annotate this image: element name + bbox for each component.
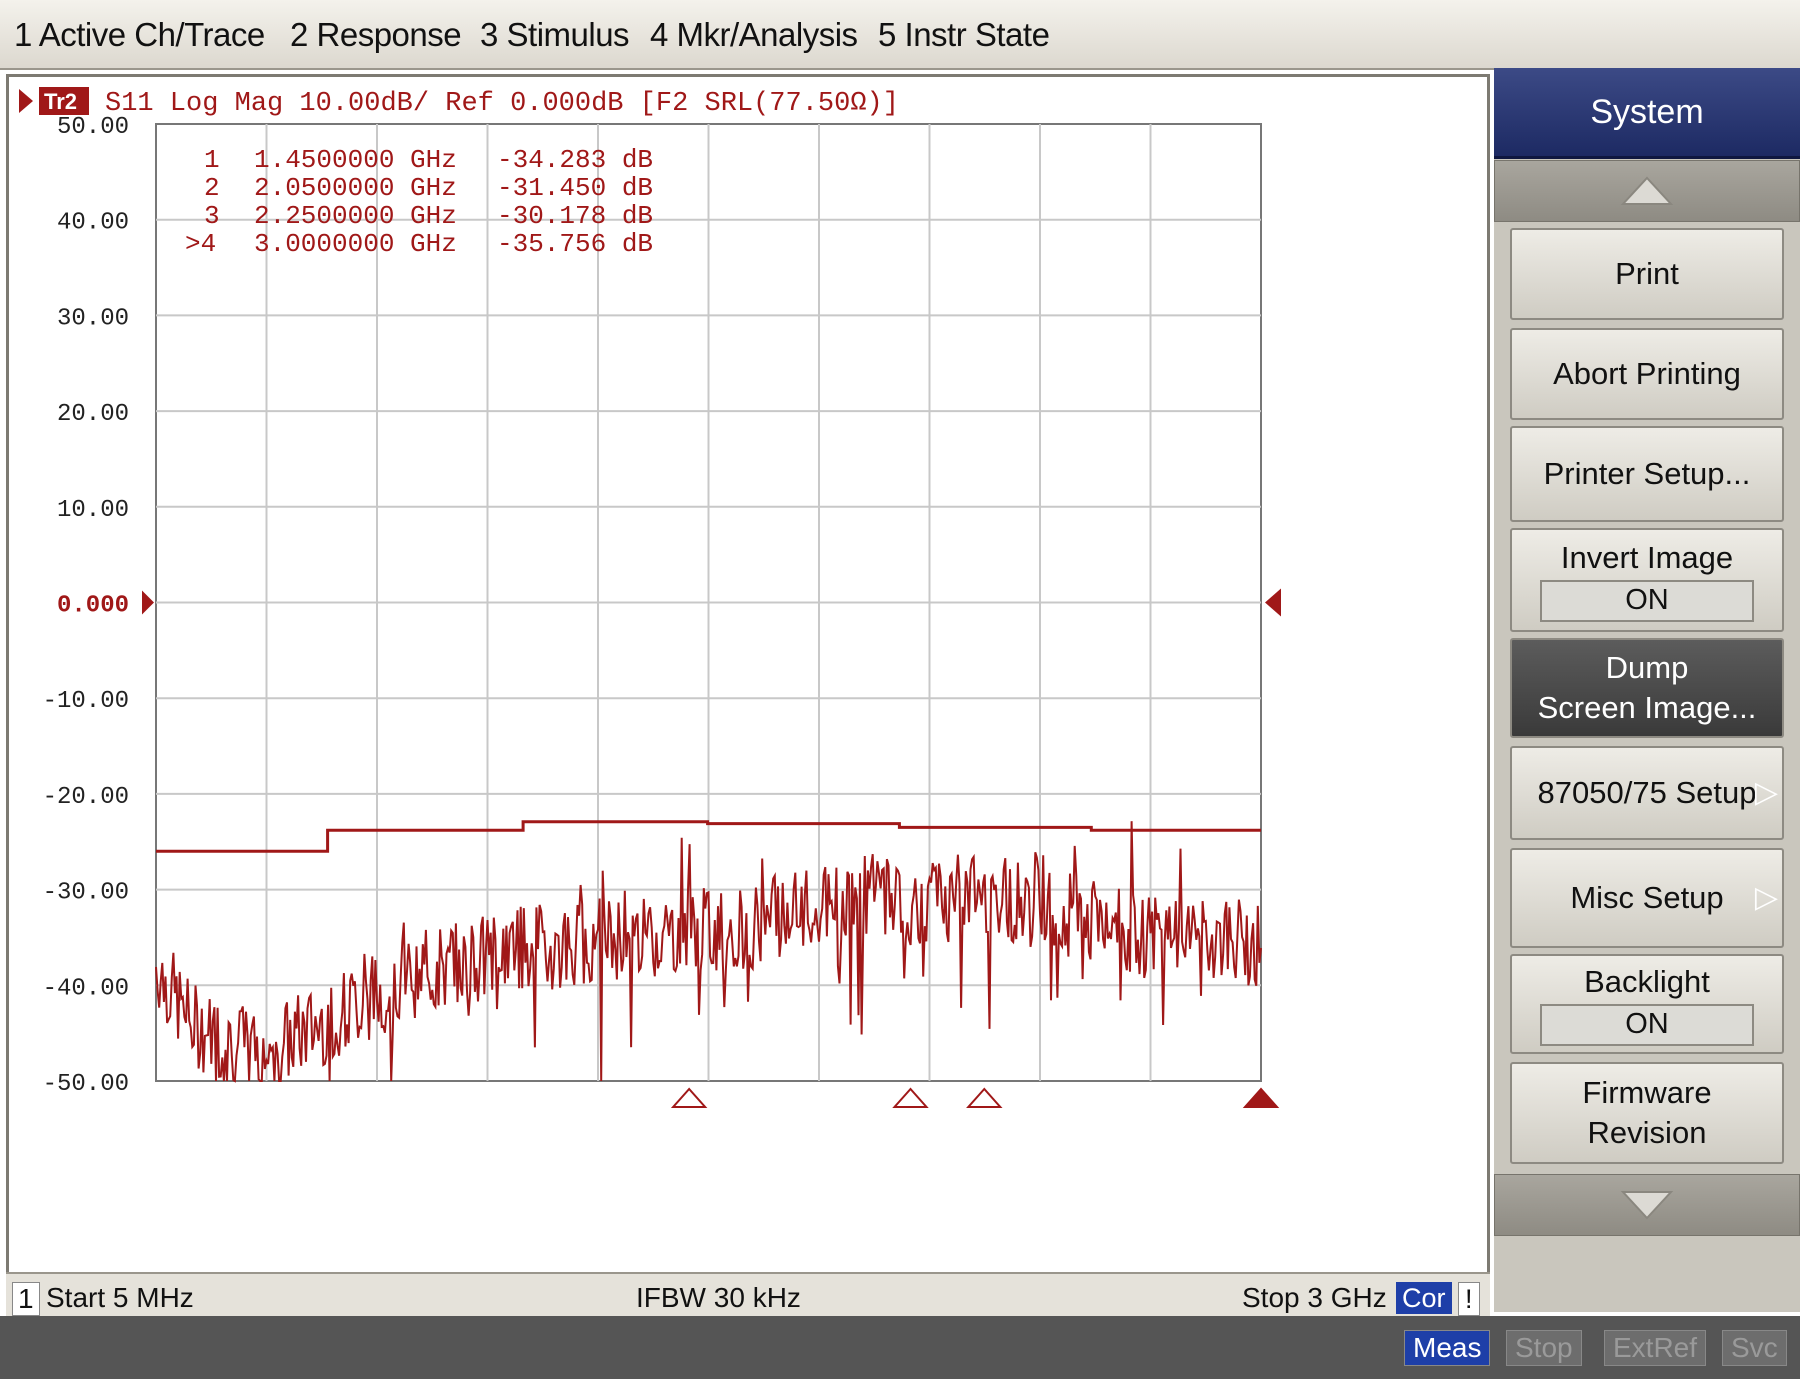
abort-printing-button[interactable]: Abort Printing bbox=[1510, 328, 1784, 420]
stop-indicator: Stop bbox=[1506, 1330, 1582, 1366]
warning-flag: ! bbox=[1458, 1282, 1480, 1316]
trace-plot[interactable]: Tr2 S11 Log Mag 10.00dB/ Ref 0.000dB [F2… bbox=[9, 77, 1487, 1273]
printer-setup-label: Printer Setup... bbox=[1543, 456, 1751, 491]
marker-4-triangle-icon bbox=[1242, 1087, 1280, 1108]
marker-2-id: 2 bbox=[204, 173, 220, 203]
menu-mkr-analysis[interactable]: 4 Mkr/Analysis bbox=[650, 16, 858, 54]
invert-image-button[interactable]: Invert Image ON bbox=[1510, 528, 1784, 632]
y-tick-label: -30.00 bbox=[43, 880, 129, 907]
abort-printing-label: Abort Printing bbox=[1553, 356, 1741, 391]
printer-setup-button[interactable]: Printer Setup... bbox=[1510, 426, 1784, 522]
chevron-right-icon: ▷ bbox=[1754, 776, 1778, 809]
marker-table: 1 1.4500000 GHz -34.283 dB 2 2.0500000 G… bbox=[185, 145, 653, 259]
trace-tag: Tr2 bbox=[44, 89, 77, 114]
firmware-label-line2: Revision bbox=[1587, 1115, 1707, 1150]
marker-4-freq: 3.0000000 GHz bbox=[254, 229, 457, 259]
y-tick-label: -50.00 bbox=[43, 1071, 129, 1098]
dump-label-line2: Screen Image... bbox=[1537, 690, 1757, 725]
marker-1-freq: 1.4500000 GHz bbox=[254, 145, 457, 175]
active-trace-arrow-icon bbox=[19, 89, 33, 113]
bottom-status-bar: Meas Stop ExtRef Svc bbox=[0, 1316, 1800, 1379]
start-frequency[interactable]: Start 5 MHz bbox=[46, 1282, 194, 1314]
marker-3-triangle-icon bbox=[966, 1087, 1003, 1108]
meas-indicator: Meas bbox=[1404, 1330, 1491, 1366]
firmware-label-line1: Firmware bbox=[1582, 1075, 1712, 1110]
print-button[interactable]: Print bbox=[1510, 228, 1784, 320]
menu-instr-state[interactable]: 5 Instr State bbox=[878, 16, 1050, 54]
chevron-right-icon: ▷ bbox=[1754, 881, 1778, 914]
chart-window[interactable]: Tr2 S11 Log Mag 10.00dB/ Ref 0.000dB [F2… bbox=[6, 74, 1490, 1314]
backlight-button[interactable]: Backlight ON bbox=[1510, 954, 1784, 1054]
y-tick-label: 10.00 bbox=[57, 497, 129, 524]
y-tick-label: -20.00 bbox=[43, 784, 129, 811]
marker-3-freq: 2.2500000 GHz bbox=[254, 201, 457, 231]
triangle-down-icon bbox=[1620, 1191, 1674, 1220]
invert-image-label: Invert Image bbox=[1560, 540, 1734, 575]
marker-3-id: 3 bbox=[204, 201, 220, 231]
marker-4-value: -35.756 dB bbox=[497, 229, 653, 259]
extref-indicator: ExtRef bbox=[1604, 1330, 1707, 1366]
y-tick-label: 20.00 bbox=[57, 401, 129, 428]
ref-arrow-left-icon bbox=[142, 590, 154, 615]
marker-1-value: -34.283 dB bbox=[497, 145, 653, 175]
print-label: Print bbox=[1615, 256, 1679, 291]
menu-response[interactable]: 2 Response bbox=[290, 16, 462, 54]
backlight-label: Backlight bbox=[1584, 964, 1710, 999]
menu-stimulus[interactable]: 3 Stimulus bbox=[480, 16, 630, 54]
correction-badge: Cor bbox=[1396, 1282, 1452, 1314]
softkey-menu-title: System bbox=[1494, 68, 1800, 159]
marker-icons bbox=[670, 1087, 1280, 1108]
channel-number: 1 bbox=[12, 1282, 40, 1316]
stop-frequency[interactable]: Stop 3 GHz bbox=[1242, 1282, 1387, 1314]
marker-1-id: 1 bbox=[204, 145, 220, 175]
invert-image-value: ON bbox=[1540, 580, 1754, 622]
softkey-panel: System Print Abort Printing Printer Setu… bbox=[1494, 68, 1800, 1312]
softkey-scroll-up-button[interactable] bbox=[1494, 160, 1800, 222]
menu-active-ch-trace[interactable]: 1 Active Ch/Trace bbox=[14, 16, 265, 54]
y-tick-label: 40.00 bbox=[57, 210, 129, 237]
menu-bar: 1 Active Ch/Trace 2 Response 3 Stimulus … bbox=[0, 0, 1800, 70]
dump-label-line1: Dump bbox=[1605, 650, 1689, 685]
marker-4-id: >4 bbox=[185, 229, 216, 259]
misc-setup-button[interactable]: Misc Setup ▷ bbox=[1510, 848, 1784, 948]
y-tick-label: 30.00 bbox=[57, 305, 129, 332]
dump-screen-image-button[interactable]: Dump Screen Image... bbox=[1510, 638, 1784, 738]
y-tick-labels: 50.00 40.00 30.00 20.00 10.00 0.000 -10.00 -20.… bbox=[43, 114, 129, 1098]
if-bandwidth[interactable]: IFBW 30 kHz bbox=[636, 1282, 801, 1314]
y-tick-label: -40.00 bbox=[43, 975, 129, 1002]
setup-87050-label: 87050/75 Setup bbox=[1537, 775, 1757, 810]
marker-2-triangle-icon bbox=[892, 1087, 929, 1108]
y-tick-label: 50.00 bbox=[57, 114, 129, 141]
backlight-value: ON bbox=[1540, 1004, 1754, 1046]
firmware-revision-button[interactable]: Firmware Revision bbox=[1510, 1062, 1784, 1164]
marker-2-freq: 2.0500000 GHz bbox=[254, 173, 457, 203]
misc-setup-label: Misc Setup bbox=[1570, 880, 1724, 915]
y-tick-label: -10.00 bbox=[43, 688, 129, 715]
svc-indicator: Svc bbox=[1722, 1330, 1787, 1366]
marker-3-value: -30.178 dB bbox=[497, 201, 653, 231]
ref-arrow-right-icon bbox=[1265, 588, 1281, 617]
setup-87050-button[interactable]: 87050/75 Setup ▷ bbox=[1510, 746, 1784, 840]
triangle-up-icon bbox=[1620, 176, 1674, 205]
softkey-scroll-down-button[interactable] bbox=[1494, 1174, 1800, 1236]
marker-2-value: -31.450 dB bbox=[497, 173, 653, 203]
status-line: 1 Start 5 MHz IFBW 30 kHz Stop 3 GHz Cor… bbox=[6, 1272, 1490, 1318]
y-tick-label: 0.000 bbox=[57, 593, 129, 620]
plot-grid bbox=[155, 123, 1262, 1082]
marker-1-triangle-icon bbox=[670, 1087, 708, 1108]
trace-header: S11 Log Mag 10.00dB/ Ref 0.000dB [F2 SRL… bbox=[105, 89, 899, 119]
